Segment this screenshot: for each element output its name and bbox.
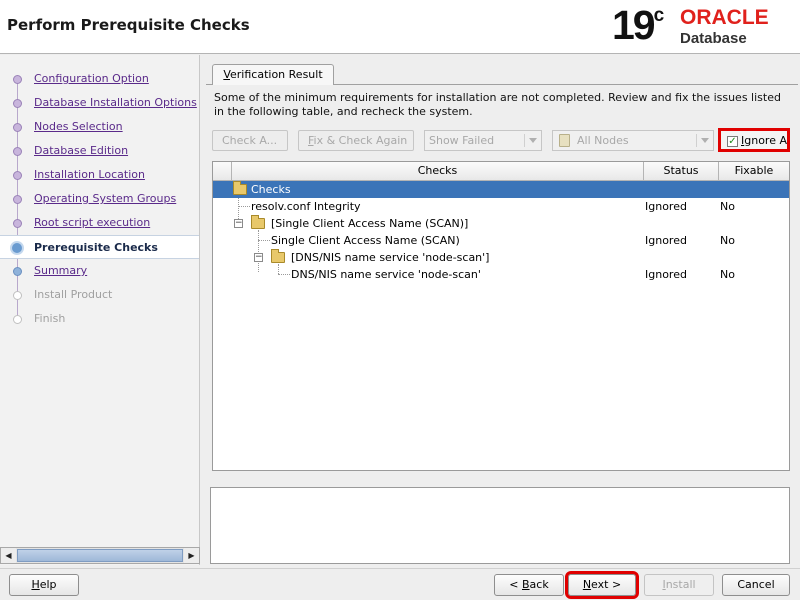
- step-next-icon: [13, 267, 22, 276]
- folder-icon: [233, 181, 247, 195]
- table-row[interactable]: − [DNS/NIS name service 'node-scan']: [213, 249, 789, 266]
- scrollbar-thumb[interactable]: [17, 549, 183, 562]
- step-root-script-execution[interactable]: Root script execution: [0, 211, 199, 235]
- install-button: Install: [644, 574, 714, 596]
- step-database-edition[interactable]: Database Edition: [0, 139, 199, 163]
- back-button[interactable]: < Back: [494, 574, 564, 596]
- details-pane: [210, 487, 790, 564]
- step-done-icon: [13, 75, 22, 84]
- next-button[interactable]: Next >: [565, 571, 639, 599]
- step-install-product: Install Product: [0, 283, 199, 307]
- header-banner: Perform Prerequisite Checks 19c ORACLE D…: [0, 0, 800, 54]
- step-done-icon: [13, 99, 22, 108]
- table-row[interactable]: resolv.conf Integrity Ignored No: [213, 198, 789, 215]
- step-operating-system-groups[interactable]: Operating System Groups: [0, 187, 199, 211]
- step-pending-icon: [13, 291, 22, 300]
- ignore-all-label: Ignore A: [741, 134, 788, 147]
- chevron-down-icon: [701, 138, 709, 143]
- step-finish: Finish: [0, 307, 199, 331]
- folder-icon: [251, 215, 265, 229]
- ignore-all-checkbox[interactable]: ✓ Ignore A: [718, 128, 790, 152]
- step-done-icon: [13, 147, 22, 156]
- product-name: Database: [680, 30, 747, 47]
- table-header-status[interactable]: Status: [644, 162, 719, 181]
- scroll-left-icon[interactable]: ◀: [1, 548, 16, 563]
- nodes-filter-dropdown[interactable]: All Nodes: [552, 130, 714, 151]
- step-done-icon: [13, 123, 22, 132]
- instructions-text: Some of the minimum requirements for ins…: [214, 91, 781, 118]
- scroll-right-icon[interactable]: ▶: [184, 548, 199, 563]
- cancel-button[interactable]: Cancel: [722, 574, 790, 596]
- page-title: Perform Prerequisite Checks: [7, 16, 250, 34]
- collapse-icon[interactable]: −: [254, 253, 263, 262]
- folder-icon: [271, 249, 285, 263]
- step-installation-location[interactable]: Installation Location: [0, 163, 199, 187]
- table-header-fixable[interactable]: Fixable: [719, 162, 789, 181]
- table-header-checks[interactable]: Checks: [232, 162, 644, 181]
- step-current-icon: [10, 241, 24, 255]
- step-done-icon: [13, 219, 22, 228]
- checks-table: Checks Status Fixable Checks resolv.conf…: [212, 161, 790, 471]
- table-header-blank: [213, 162, 232, 181]
- step-done-icon: [13, 195, 22, 204]
- step-nodes-selection[interactable]: Nodes Selection: [0, 115, 199, 139]
- check-again-button[interactable]: Check A...: [212, 130, 288, 151]
- sidebar-horizontal-scrollbar[interactable]: ◀ ▶: [0, 547, 200, 564]
- collapse-icon[interactable]: −: [234, 219, 243, 228]
- step-summary[interactable]: Summary: [0, 259, 199, 283]
- fix-and-check-again-button[interactable]: Fix & Check Again: [298, 130, 414, 151]
- table-row[interactable]: Checks: [213, 181, 789, 198]
- help-button[interactable]: Help: [9, 574, 79, 596]
- table-row[interactable]: − [Single Client Access Name (SCAN)]: [213, 215, 789, 232]
- step-done-icon: [13, 171, 22, 180]
- server-node-icon: [559, 134, 570, 147]
- step-database-installation-options[interactable]: Database Installation Options: [0, 91, 199, 115]
- step-prerequisite-checks[interactable]: Prerequisite Checks: [0, 235, 199, 259]
- step-configuration-option[interactable]: Configuration Option: [0, 67, 199, 91]
- show-filter-dropdown[interactable]: Show Failed: [424, 130, 542, 151]
- version-logo: 19c: [612, 2, 665, 48]
- tab-verification-result[interactable]: Verification Result: [212, 64, 334, 85]
- table-row[interactable]: DNS/NIS name service 'node-scan' Ignored…: [213, 266, 789, 283]
- oracle-logo: ORACLE: [680, 6, 769, 29]
- step-pending-icon: [13, 315, 22, 324]
- checkmark-icon: ✓: [727, 136, 738, 147]
- table-row[interactable]: Single Client Access Name (SCAN) Ignored…: [213, 232, 789, 249]
- chevron-down-icon: [529, 138, 537, 143]
